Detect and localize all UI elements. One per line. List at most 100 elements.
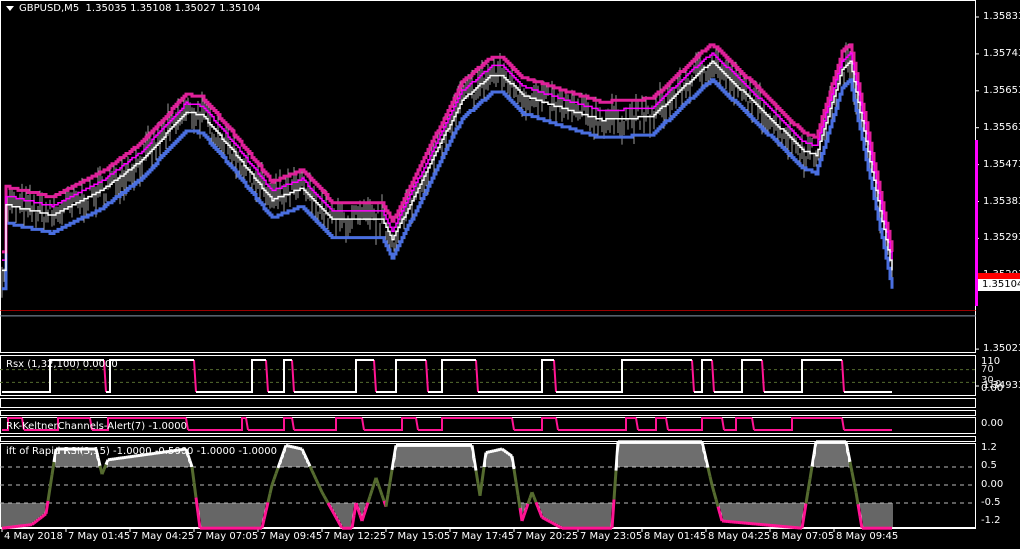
rsx-drop [553,359,557,393]
price-label: 1.35563 [983,121,1020,133]
ift-line-segment [356,508,362,516]
keltner-drop [245,417,249,431]
ift-line-segment [50,461,56,476]
panel-border [0,410,976,416]
ift-line-segment [808,466,814,480]
ift-line-segment [505,450,509,455]
ift-line-segment [806,478,812,492]
ift-line-segment [266,493,272,503]
ift-line-segment [272,473,278,480]
ift-line-segment [716,506,722,515]
ift-line-segment [316,482,322,489]
ift-line-segment [392,445,398,458]
ift-line-segment [370,483,376,491]
ift-line-segment [196,512,202,529]
rsx-drop [841,359,845,393]
keltner-drop [665,417,669,431]
keltner-scale: 0.00 [981,418,1004,429]
ift-line-segment [380,494,386,502]
dropdown-triangle-icon[interactable] [6,5,14,11]
ift-line-segment [470,445,476,459]
ift-line-segment [260,519,266,529]
time-label: 8 May 07:05 [772,531,835,542]
keltner-inner-band [2,52,893,261]
ift-line-segment [35,518,39,523]
ift-line-segment [507,452,511,456]
quote: 1.35035 1.35108 1.35027 1.35104 [85,3,261,14]
ift-line-segment [514,481,520,496]
ift-line-segment [512,468,518,483]
time-label: 7 May 17:45 [452,531,515,542]
ift-line-segment [718,513,724,522]
keltner-drop [721,417,725,431]
ift-line-segment [304,457,310,463]
time-label: 7 May 04:25 [132,531,195,542]
current-price-label: 1.35104 [978,279,1020,291]
ift-line-segment [310,469,316,476]
ift-scale-1.2: 1.2 [981,442,997,453]
ift-line-segment [41,514,45,519]
rsx-drop [193,359,197,393]
ift-line-segment [388,469,394,483]
ift-line-segment [543,517,547,521]
keltner-drop [361,417,365,431]
ift-line-segment [312,474,318,480]
ift-line-segment [306,461,312,467]
ift-line-segment [332,513,338,519]
ift-line-segment [37,517,41,522]
ift-line-segment [858,515,864,529]
ift-line-segment [802,503,808,517]
keltner-drop [415,417,419,431]
ift-line-segment [270,478,276,486]
ift-line-segment [712,491,718,500]
time-label: 7 May 01:45 [68,531,131,542]
ift-line-segment [610,499,616,529]
ift-line-segment [46,487,52,502]
rsx-drop [475,359,479,393]
price-label: 1.35833 [983,11,1020,22]
rsx-drop [373,359,377,393]
keltner-drop [511,417,515,431]
ift-line-segment [846,451,852,463]
ift-line-segment [96,457,102,467]
ift-line-segment [278,456,284,463]
ift-line-segment [810,453,816,467]
ift-line-segment [48,474,54,489]
ift-line-segment [852,481,858,493]
ift-line-segment [264,501,270,512]
time-label: 7 May 20:25 [516,531,579,542]
ift-line-segment [338,523,344,529]
ift-line-segment [524,503,530,510]
ift-line-segment [188,460,194,468]
ift-line-segment [104,459,110,466]
keltner-drop [635,417,639,431]
ift-line-segment [510,455,516,470]
ift-line-segment [714,498,720,508]
ift-line-segment [472,457,478,471]
ift-line-segment [708,476,714,486]
ift-line-segment [850,471,856,483]
ift-line-segment [509,453,513,458]
price-label: 1.35383 [983,195,1020,207]
ift-line-segment [320,491,326,497]
ift-line-segment [530,491,536,498]
time-label: 4 May 2018 [4,531,63,542]
chart-title[interactable]: GBPUSD,M5 1.35035 1.35108 1.35027 1.3510… [6,3,261,14]
time-label: 8 May 01:45 [644,531,707,542]
ift-line-segment [848,461,854,473]
ift-line-segment [501,447,505,452]
ift-line-segment [856,503,862,517]
ift-line-segment [336,520,342,526]
ift-line-segment [532,496,538,503]
ift-line-segment [100,468,106,475]
ift-line-segment [322,495,328,501]
ift-line-segment [549,520,553,525]
ift-scale-neg1.2: -1.2 [981,515,1001,526]
ift-line-segment [364,502,370,510]
ift-line-segment [330,509,336,515]
ift-line-segment [386,481,392,495]
ift-line-segment [384,494,390,507]
ift-scale-0.5: 0.5 [981,460,997,471]
time-label: 7 May 15:05 [388,531,451,542]
ift-line-segment [44,500,50,515]
